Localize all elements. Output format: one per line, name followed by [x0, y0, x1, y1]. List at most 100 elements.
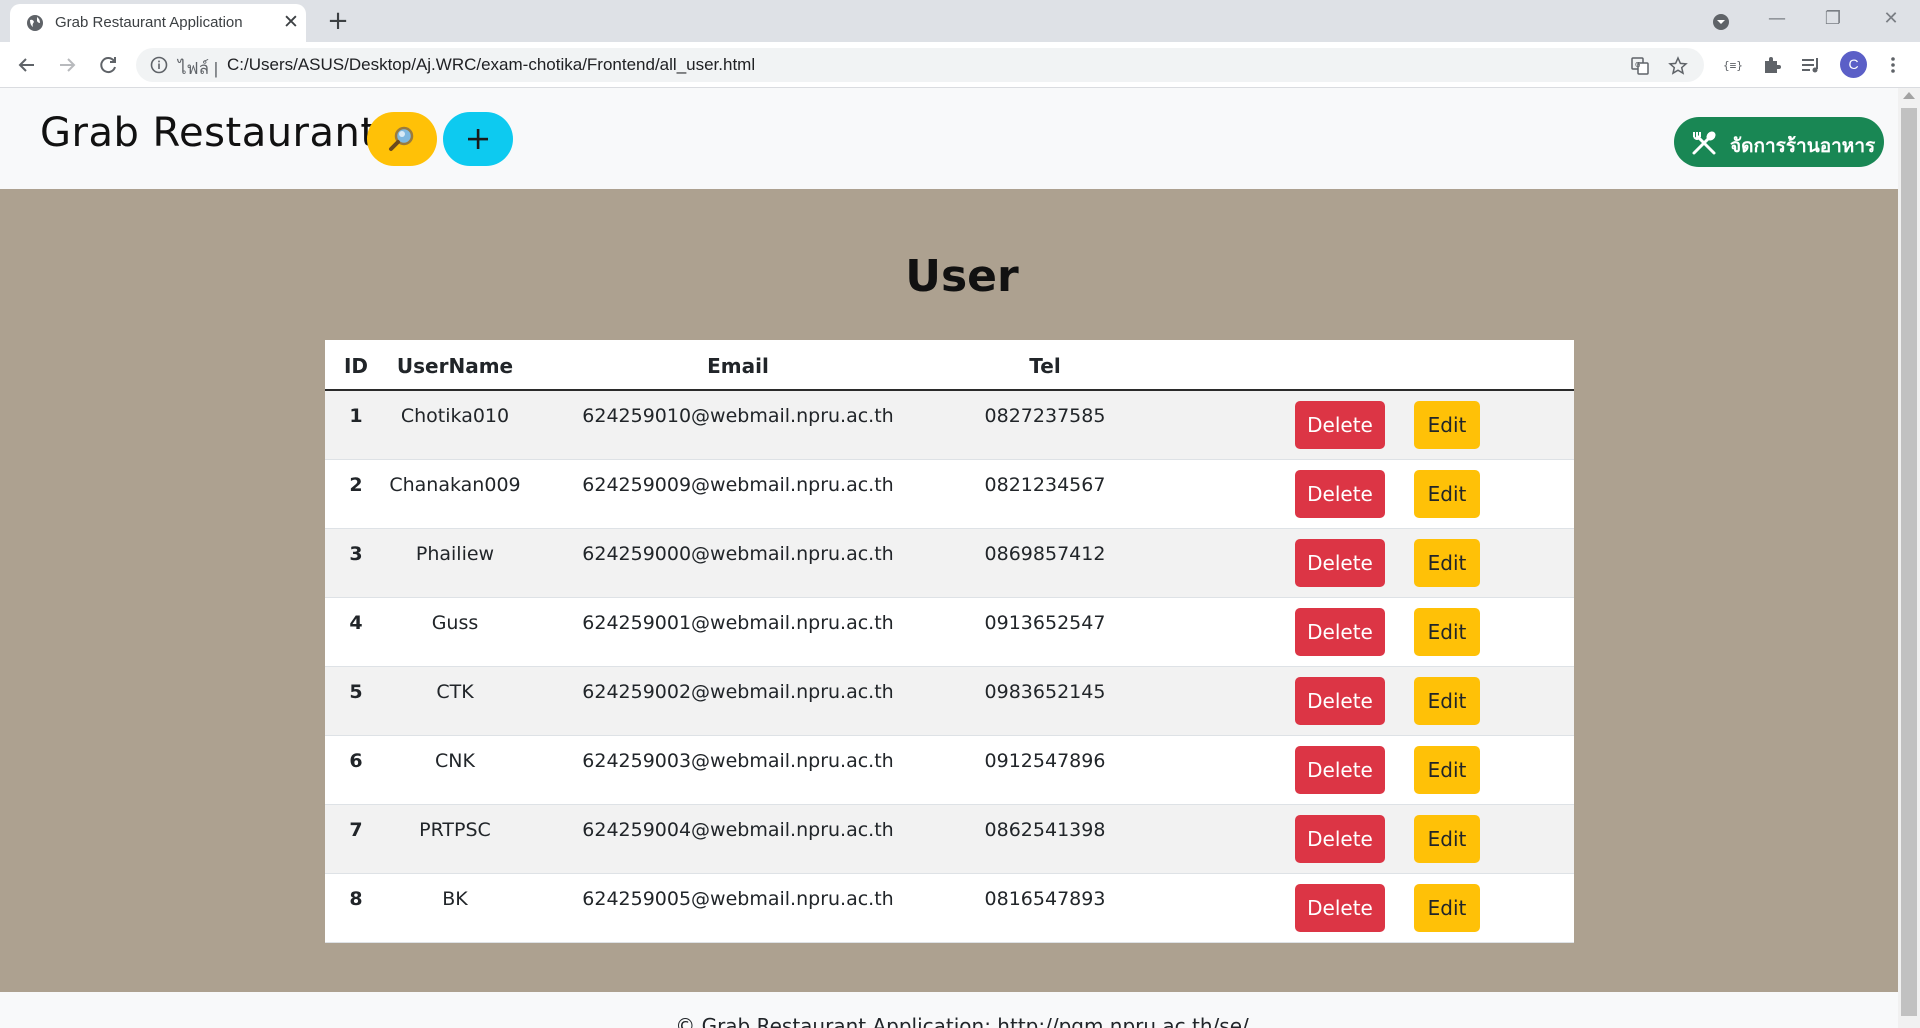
footer-text: © Grab Restaurant Application: http://pg… [675, 1014, 1249, 1028]
edit-button[interactable]: Edit [1414, 539, 1480, 587]
forward-icon[interactable] [52, 50, 82, 80]
delete-button[interactable]: Delete [1295, 608, 1385, 656]
reading-list-icon[interactable] [1800, 54, 1822, 76]
profile-avatar[interactable]: C [1840, 51, 1867, 78]
tab-title: Grab Restaurant Application [55, 14, 243, 31]
minimize-icon[interactable]: — [1752, 4, 1802, 34]
user-table: ID UserName Email Tel 1 Chotika010 6242590… [325, 340, 1574, 943]
table-row: 1 Chotika010 624259010@webmail.npru.ac.th 0… [325, 391, 1574, 460]
reload-icon[interactable] [93, 50, 123, 80]
edit-button[interactable]: Edit [1414, 470, 1480, 518]
scrollbar-thumb[interactable] [1901, 108, 1917, 1016]
cell-username: CNK [435, 750, 475, 772]
svg-text:G: G [1635, 61, 1640, 69]
cell-email: 624259003@webmail.npru.ac.th [582, 750, 894, 772]
table-row: 7 PRTPSC 624259004@webmail.npru.ac.th 08625… [325, 805, 1574, 874]
table-row: 5 CTK 624259002@webmail.npru.ac.th 09836521… [325, 667, 1574, 736]
delete-button[interactable]: Delete [1295, 815, 1385, 863]
edit-button[interactable]: Edit [1414, 608, 1480, 656]
edit-button[interactable]: Edit [1414, 746, 1480, 794]
restore-icon[interactable]: ❐ [1808, 4, 1858, 34]
cell-id: 2 [349, 474, 363, 496]
table-row: 8 BK 624259005@webmail.npru.ac.th 081654789… [325, 874, 1574, 943]
close-tab-icon[interactable]: ✕ [280, 11, 302, 33]
new-tab-icon[interactable]: + [326, 7, 350, 35]
cell-id: 4 [349, 612, 363, 634]
cell-tel: 0913652547 [984, 612, 1106, 634]
tab-search-icon[interactable] [1711, 12, 1731, 32]
url-text[interactable]: C:/Users/ASUS/Desktop/Aj.WRC/exam-chotik… [227, 55, 755, 75]
edit-button[interactable]: Edit [1414, 401, 1480, 449]
table-row: 3 Phailiew 624259000@webmail.npru.ac.th 086… [325, 529, 1574, 598]
cell-email: 624259001@webmail.npru.ac.th [582, 612, 894, 634]
address-bar[interactable]: ไฟล์ | C:/Users/ASUS/Desktop/Aj.WRC/exam… [136, 48, 1704, 82]
add-user-button[interactable] [443, 112, 513, 166]
cell-email: 624259000@webmail.npru.ac.th [582, 543, 894, 565]
edit-button[interactable]: Edit [1414, 815, 1480, 863]
puzzle-icon[interactable] [1761, 54, 1783, 76]
cell-email: 624259010@webmail.npru.ac.th [582, 405, 894, 427]
kebab-menu-icon[interactable] [1882, 54, 1904, 76]
svg-text:{≡}: {≡} [1723, 59, 1743, 72]
header-tel: Tel [1029, 354, 1061, 378]
browser-toolbar: ไฟล์ | C:/Users/ASUS/Desktop/Aj.WRC/exam… [0, 42, 1920, 88]
browser-tab[interactable]: Grab Restaurant Application ✕ [10, 4, 306, 42]
scroll-up-arrow-icon[interactable] [1903, 92, 1915, 99]
edit-button[interactable]: Edit [1414, 884, 1480, 932]
cell-username: Guss [431, 612, 479, 634]
table-row: 2 Chanakan009 624259009@webmail.npru.ac.th… [325, 460, 1574, 529]
delete-button[interactable]: Delete [1295, 746, 1385, 794]
info-icon[interactable] [150, 56, 168, 74]
browser-titlebar: Grab Restaurant Application ✕ + — ❐ ✕ [0, 0, 1920, 42]
cell-tel: 0983652145 [984, 681, 1106, 703]
cell-username: PRTPSC [419, 819, 491, 841]
delete-button[interactable]: Delete [1295, 677, 1385, 725]
delete-button[interactable]: Delete [1295, 401, 1385, 449]
delete-button[interactable]: Delete [1295, 539, 1385, 587]
cell-username: Chotika010 [400, 405, 510, 427]
cell-tel: 0862541398 [984, 819, 1106, 841]
search-button[interactable] [367, 112, 437, 166]
magnifier-icon [389, 126, 414, 151]
bookmark-star-icon[interactable] [1668, 56, 1688, 76]
cell-tel: 0816547893 [984, 888, 1106, 910]
cell-id: 6 [349, 750, 363, 772]
table-row: 6 CNK 624259003@webmail.npru.ac.th 09125478… [325, 736, 1574, 805]
footer: © Grab Restaurant Application: http://pg… [0, 992, 1898, 1028]
scrollbar[interactable] [1898, 88, 1920, 1028]
cell-username: BK [442, 888, 468, 910]
cell-email: 624259004@webmail.npru.ac.th [582, 819, 894, 841]
cell-tel: 0827237585 [984, 405, 1106, 427]
edit-button[interactable]: Edit [1414, 677, 1480, 725]
cell-id: 5 [349, 681, 363, 703]
cell-username: Phailiew [415, 543, 495, 565]
fork-spoon-icon [1692, 131, 1716, 155]
cell-tel: 0821234567 [984, 474, 1106, 496]
app-navbar: Grab Restaurant จัดการร้านอาหาร [0, 88, 1898, 189]
cell-username: Chanakan009 [389, 474, 521, 496]
table-header: ID UserName Email Tel [325, 340, 1574, 391]
header-id: ID [343, 354, 369, 378]
cell-id: 1 [349, 405, 363, 427]
globe-icon [27, 15, 43, 31]
cell-id: 8 [349, 888, 363, 910]
manage-restaurant-button[interactable]: จัดการร้านอาหาร [1674, 117, 1884, 167]
cell-email: 624259002@webmail.npru.ac.th [582, 681, 894, 703]
manage-restaurant-label: จัดการร้านอาหาร [1730, 135, 1876, 157]
url-scheme-label: ไฟล์ | [178, 59, 219, 78]
cell-email: 624259005@webmail.npru.ac.th [582, 888, 894, 910]
delete-button[interactable]: Delete [1295, 470, 1385, 518]
delete-button[interactable]: Delete [1295, 884, 1385, 932]
translate-icon[interactable]: G [1630, 56, 1650, 76]
cell-tel: 0869857412 [984, 543, 1106, 565]
brand-title[interactable]: Grab Restaurant [40, 110, 377, 156]
cell-id: 7 [349, 819, 363, 841]
cell-tel: 0912547896 [984, 750, 1106, 772]
back-icon[interactable] [12, 50, 42, 80]
header-email: Email [707, 354, 769, 378]
cell-id: 3 [349, 543, 363, 565]
close-window-icon[interactable]: ✕ [1866, 4, 1916, 34]
extension-code-icon[interactable]: {≡} [1721, 54, 1743, 76]
header-username: UserName [396, 354, 514, 378]
table-row: 4 Guss 624259001@webmail.npru.ac.th 0913652… [325, 598, 1574, 667]
